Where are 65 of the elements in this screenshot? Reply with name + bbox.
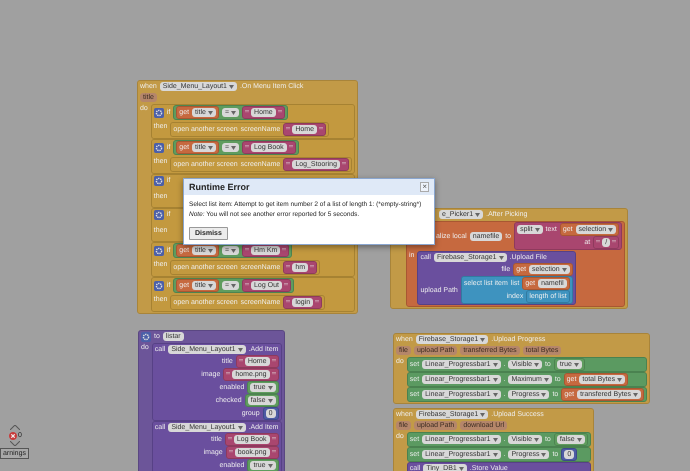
caret-icon bbox=[228, 84, 234, 88]
caret-icon bbox=[208, 284, 213, 288]
caret-icon bbox=[608, 228, 614, 232]
caret-icon bbox=[208, 146, 213, 150]
gear-icon[interactable] bbox=[154, 280, 164, 290]
caret-icon bbox=[633, 392, 638, 396]
quote-icon bbox=[245, 110, 250, 114]
quote-icon bbox=[282, 248, 286, 252]
caret-icon bbox=[231, 110, 236, 114]
caret-icon bbox=[231, 284, 236, 288]
caret-icon bbox=[458, 466, 464, 470]
caret-icon bbox=[534, 362, 539, 366]
quote-icon bbox=[245, 145, 250, 149]
quote-icon bbox=[245, 248, 250, 252]
caret-icon bbox=[480, 338, 486, 342]
gear-icon[interactable] bbox=[154, 142, 164, 152]
quote-icon bbox=[272, 437, 276, 441]
caret-icon bbox=[268, 386, 272, 390]
caret-icon bbox=[268, 464, 272, 468]
caret-icon bbox=[544, 378, 549, 382]
gear-icon[interactable] bbox=[154, 246, 164, 256]
quote-icon bbox=[272, 450, 276, 454]
close-button[interactable]: × bbox=[420, 182, 429, 192]
caret-icon bbox=[492, 452, 498, 456]
gear-icon[interactable] bbox=[154, 176, 164, 186]
quote-icon bbox=[278, 110, 282, 114]
quote-icon bbox=[286, 300, 290, 304]
caret-icon bbox=[498, 256, 504, 260]
gear-icon[interactable] bbox=[154, 108, 164, 118]
quote-icon bbox=[272, 359, 276, 363]
quote-icon bbox=[272, 372, 276, 376]
caret-icon bbox=[238, 348, 243, 352]
caret-icon bbox=[492, 392, 498, 396]
caret-icon bbox=[534, 438, 539, 442]
caret-icon bbox=[231, 146, 236, 150]
caret-icon bbox=[541, 392, 546, 396]
gear-icon[interactable] bbox=[154, 210, 164, 220]
quote-icon bbox=[596, 240, 600, 244]
caret-icon bbox=[492, 378, 498, 382]
caret-icon bbox=[562, 268, 567, 272]
quote-icon bbox=[284, 283, 288, 287]
quote-icon bbox=[226, 372, 230, 376]
caret-icon bbox=[617, 378, 622, 382]
caret-icon bbox=[480, 412, 486, 416]
caret-icon bbox=[576, 438, 582, 442]
caret-icon bbox=[208, 248, 213, 252]
error-icon bbox=[9, 432, 17, 440]
quote-icon bbox=[288, 145, 293, 149]
quote-icon bbox=[342, 162, 346, 166]
dialog-title: Runtime Error bbox=[189, 182, 250, 192]
quote-icon bbox=[286, 265, 290, 269]
caret-icon bbox=[541, 452, 546, 456]
caret-icon bbox=[492, 362, 498, 366]
caret-icon bbox=[492, 438, 498, 442]
caret-icon bbox=[534, 228, 540, 232]
caret-icon bbox=[208, 110, 213, 114]
caret-icon bbox=[238, 426, 243, 430]
gear-icon[interactable] bbox=[141, 332, 151, 342]
caret-icon bbox=[231, 248, 236, 252]
quote-icon bbox=[286, 127, 290, 131]
quote-icon bbox=[286, 162, 290, 166]
caret-icon bbox=[475, 212, 480, 216]
quote-icon bbox=[245, 283, 250, 287]
caret-icon bbox=[268, 398, 272, 402]
caret-icon bbox=[574, 362, 579, 366]
